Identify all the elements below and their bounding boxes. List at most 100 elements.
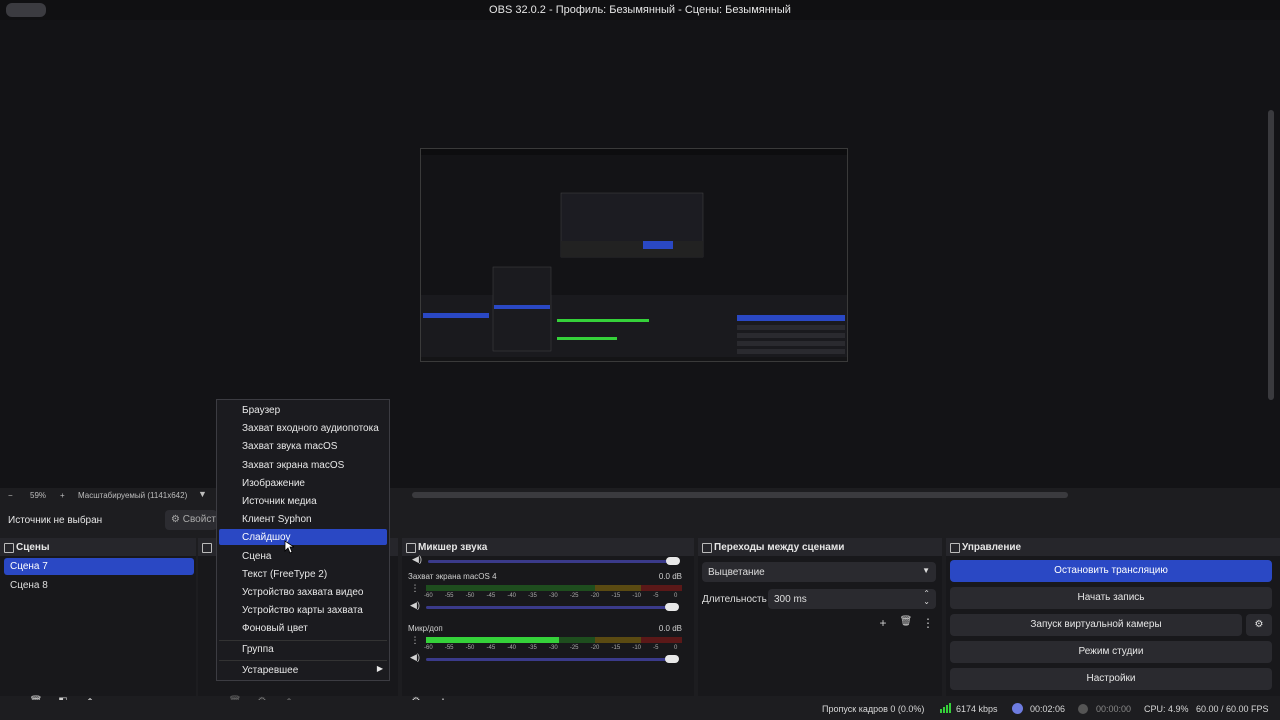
meter-tick-label: -5 [653, 645, 659, 651]
volume-slider-handle[interactable] [666, 557, 680, 565]
record-time: 00:00:00 [1096, 704, 1132, 714]
signal-icon [940, 703, 951, 715]
gear-icon: ⚙ [1254, 619, 1264, 630]
menu-item-label: Устаревшее [242, 665, 299, 676]
mouse-cursor-icon [284, 540, 294, 554]
meter-tick-label: -25 [569, 645, 579, 651]
menu-item[interactable]: Захват экрана macOS [219, 457, 387, 473]
controls-body: Остановить трансляцию Начать запись Запу… [946, 556, 1280, 696]
window-title: OBS 32.0.2 - Профиль: Безымянный - Сцены… [489, 4, 791, 16]
add-transition-icon[interactable]: + [876, 616, 890, 630]
menu-item-deprecated[interactable]: Устаревшее ▶ [219, 662, 387, 678]
status-bar: Пропуск кадров 0 (0.0%) 6174 kbps 00:02:… [0, 700, 1280, 720]
transitions-body: Выцветание ▼ Длительность 300 ms ⌃ ⌄ + 🗑 … [698, 556, 942, 696]
meter-tick-label: -60 [424, 593, 433, 599]
meter-tick-label: -30 [549, 593, 558, 599]
menu-item[interactable]: Захват звука macOS [219, 438, 387, 454]
transitions-dock-header: Переходы между сценами [698, 538, 942, 556]
meter-tick-label: -50 [465, 593, 475, 599]
virtual-camera-button[interactable]: Запуск виртуальной камеры [950, 614, 1242, 636]
volume-slider-track[interactable] [426, 658, 672, 661]
volume-slider-handle[interactable] [665, 655, 679, 663]
menu-item[interactable]: Клиент Syphon [219, 511, 387, 527]
volume-slider-track[interactable] [426, 606, 672, 609]
settings-button[interactable]: Настройки [950, 668, 1272, 690]
meter-tick-label: -30 [549, 645, 558, 651]
meter-tick-label: 0 [674, 645, 678, 651]
speaker-icon[interactable]: ◀) [408, 600, 422, 611]
fps: 60.00 / 60.00 FPS [1196, 704, 1269, 714]
meter-tick-label: -40 [507, 593, 516, 599]
start-recording-button[interactable]: Начать запись [950, 587, 1272, 609]
channel-db: 0.0 dB [658, 624, 682, 633]
dock-icon [950, 543, 960, 553]
chevron-down-icon[interactable]: ▼ [198, 489, 207, 499]
menu-item[interactable]: Захват входного аудиопотока [219, 420, 387, 436]
properties-button-label: Свойст [182, 514, 216, 525]
scenes-dock: Сцены Сцена 7 Сцена 8 + 🗑 ◧ ⌃ ⌄ [0, 538, 196, 710]
virtual-camera-settings-button[interactable]: ⚙ [1246, 614, 1272, 636]
zoom-value: 59% [30, 491, 47, 500]
scenes-list: Сцена 7 Сцена 8 + 🗑 ◧ ⌃ ⌄ [0, 556, 196, 710]
channel-db: 0.0 dB [658, 572, 682, 581]
menu-item[interactable]: Источник медиа [219, 493, 387, 509]
dock-icon [4, 543, 14, 553]
kebab-menu-icon[interactable]: ⋮ [408, 583, 422, 594]
menu-item[interactable]: Фоновый цвет [219, 620, 387, 636]
meter-tick-label: -35 [528, 645, 537, 651]
title-bar: OBS 32.0.2 - Профиль: Безымянный - Сцены… [0, 0, 1280, 20]
preview-vertical-scrollbar[interactable] [1268, 110, 1274, 400]
scenes-dock-title: Сцены [16, 542, 50, 553]
dock-icon [406, 543, 416, 553]
level-meter [426, 637, 682, 643]
properties-button[interactable]: ⚙ Свойст [165, 510, 217, 530]
preview-canvas[interactable] [420, 148, 848, 362]
meter-tick-label: -10 [632, 593, 641, 599]
speaker-icon[interactable]: ◀) [410, 554, 424, 565]
audio-mixer-dock: Микшер звука ◀) Захват экрана macOS 4 0.… [402, 538, 694, 710]
zoom-out-button[interactable]: − [8, 491, 13, 500]
scene-item[interactable]: Сцена 8 [4, 577, 194, 594]
stream-status-icon [1012, 703, 1023, 714]
preview-horizontal-scrollbar[interactable] [412, 492, 1068, 498]
audio-mixer-header: Микшер звука [402, 538, 694, 556]
scene-item[interactable]: Сцена 7 [4, 558, 194, 575]
meter-tick-label: -15 [611, 645, 621, 651]
controls-dock-header: Управление [946, 538, 1280, 556]
kebab-menu-icon[interactable]: ⋮ [408, 635, 422, 646]
record-status-icon [1078, 704, 1088, 714]
trash-icon[interactable]: 🗑 [899, 616, 913, 627]
menu-item[interactable]: Устройство карты захвата [219, 602, 387, 618]
menu-item[interactable]: Изображение [219, 475, 387, 491]
channel-name: Микр/доп [408, 624, 443, 633]
menu-item-group[interactable]: Группа [219, 641, 387, 657]
menu-item[interactable]: Текст (FreeType 2) [219, 566, 387, 582]
volume-slider-track[interactable] [428, 560, 672, 563]
menu-item[interactable]: Устройство захвата видео [219, 584, 387, 600]
stepper-icon[interactable]: ⌃ ⌄ [923, 590, 930, 606]
submenu-arrow-icon: ▶ [376, 664, 383, 673]
speaker-icon[interactable]: ◀) [408, 652, 422, 663]
kebab-menu-icon[interactable]: ⋮ [921, 616, 935, 630]
menu-item[interactable]: Слайдшоу [219, 529, 387, 546]
meter-tick-label: -10 [632, 645, 641, 651]
transition-select[interactable]: Выцветание ▼ [702, 562, 936, 582]
meter-tick-label: -25 [569, 593, 579, 599]
audio-mixer-title: Микшер звука [418, 542, 488, 553]
duration-label: Длительность [702, 594, 767, 605]
studio-mode-button[interactable]: Режим студии [950, 641, 1272, 663]
mixer-channel: Захват экрана macOS 4 0.0 dB ⋮ -60 -55 -50… [408, 572, 682, 618]
add-source-menu: Браузер Захват входного аудиопотока Захват… [216, 399, 390, 681]
zoom-in-button[interactable]: + [60, 491, 65, 500]
scale-mode-label[interactable]: Масштабируемый (1141x642) [78, 491, 187, 500]
menu-item[interactable]: Браузер [219, 402, 387, 418]
menu-item[interactable]: Сцена [219, 548, 387, 564]
stop-stream-button[interactable]: Остановить трансляцию [950, 560, 1272, 582]
gear-icon: ⚙ [171, 514, 180, 525]
transitions-dock: Переходы между сценами Выцветание ▼ Длит… [698, 538, 942, 696]
duration-spinbox[interactable]: 300 ms ⌃ ⌄ [768, 589, 936, 609]
transition-select-value: Выцветание [708, 567, 765, 578]
bitrate: 6174 kbps [956, 704, 998, 714]
volume-slider-handle[interactable] [665, 603, 679, 611]
dropped-frames: Пропуск кадров 0 (0.0%) [822, 704, 925, 714]
